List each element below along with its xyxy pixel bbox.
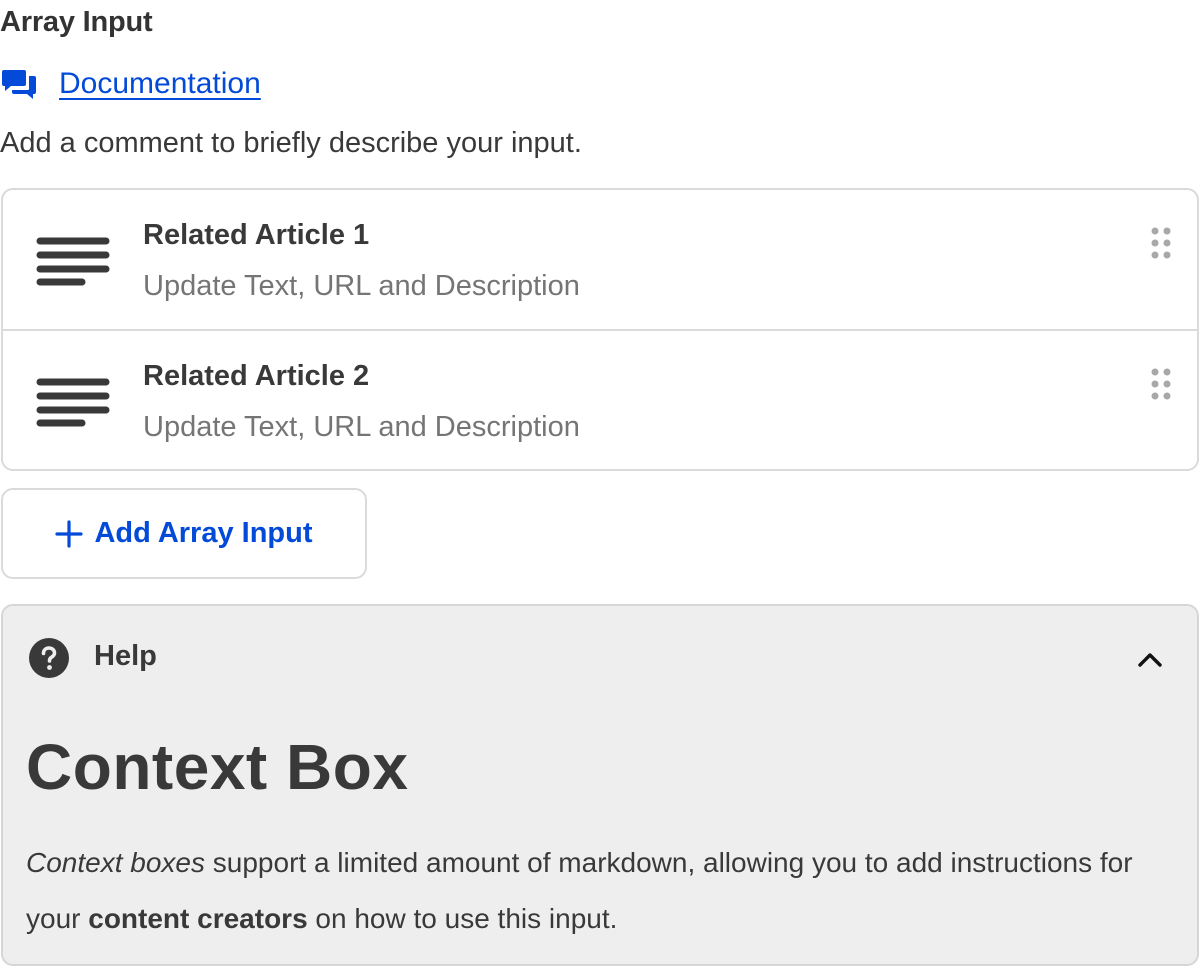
page-title: Array Input [0, 6, 153, 38]
array-item-2[interactable]: Related Article 2 Update Text, URL and D… [3, 329, 1197, 469]
chat-bubbles-icon [2, 70, 36, 99]
array-list: Related Article 1 Update Text, URL and D… [1, 188, 1199, 471]
plus-icon [55, 519, 84, 548]
array-item-title: Related Article 2 [143, 360, 370, 392]
help-panel: Help Context Box Context boxes support a… [1, 604, 1199, 966]
documentation-link-label[interactable]: Documentation [59, 67, 261, 101]
array-item-subtitle: Update Text, URL and Description [143, 411, 580, 443]
chevron-up-icon[interactable] [1137, 650, 1163, 668]
add-array-input-label: Add Array Input [94, 517, 313, 549]
lines-icon [36, 237, 110, 286]
array-item-title: Related Article 1 [143, 219, 370, 251]
drag-handle-icon[interactable] [1150, 367, 1172, 401]
array-item-subtitle: Update Text, URL and Description [143, 270, 580, 302]
context-box-heading: Context Box [26, 731, 409, 803]
array-item-1[interactable]: Related Article 1 Update Text, URL and D… [3, 190, 1197, 329]
documentation-link[interactable]: Documentation [2, 64, 261, 104]
context-box-text-italic: Context boxes [26, 847, 205, 878]
context-box-text-part2: on how to use this input. [307, 903, 618, 934]
context-box-text-bold: content creators [88, 903, 308, 934]
question-icon [29, 638, 69, 678]
drag-handle-icon[interactable] [1150, 226, 1172, 260]
input-comment: Add a comment to briefly describe your i… [0, 127, 582, 159]
array-input-page: Array Input Documentation Add a comment … [0, 0, 1200, 966]
help-toggle[interactable]: Help [3, 606, 1197, 710]
help-label: Help [94, 640, 157, 672]
context-box-text: Context boxes support a limited amount o… [26, 835, 1166, 947]
lines-icon [36, 378, 110, 427]
add-array-input-button[interactable]: Add Array Input [1, 488, 367, 579]
